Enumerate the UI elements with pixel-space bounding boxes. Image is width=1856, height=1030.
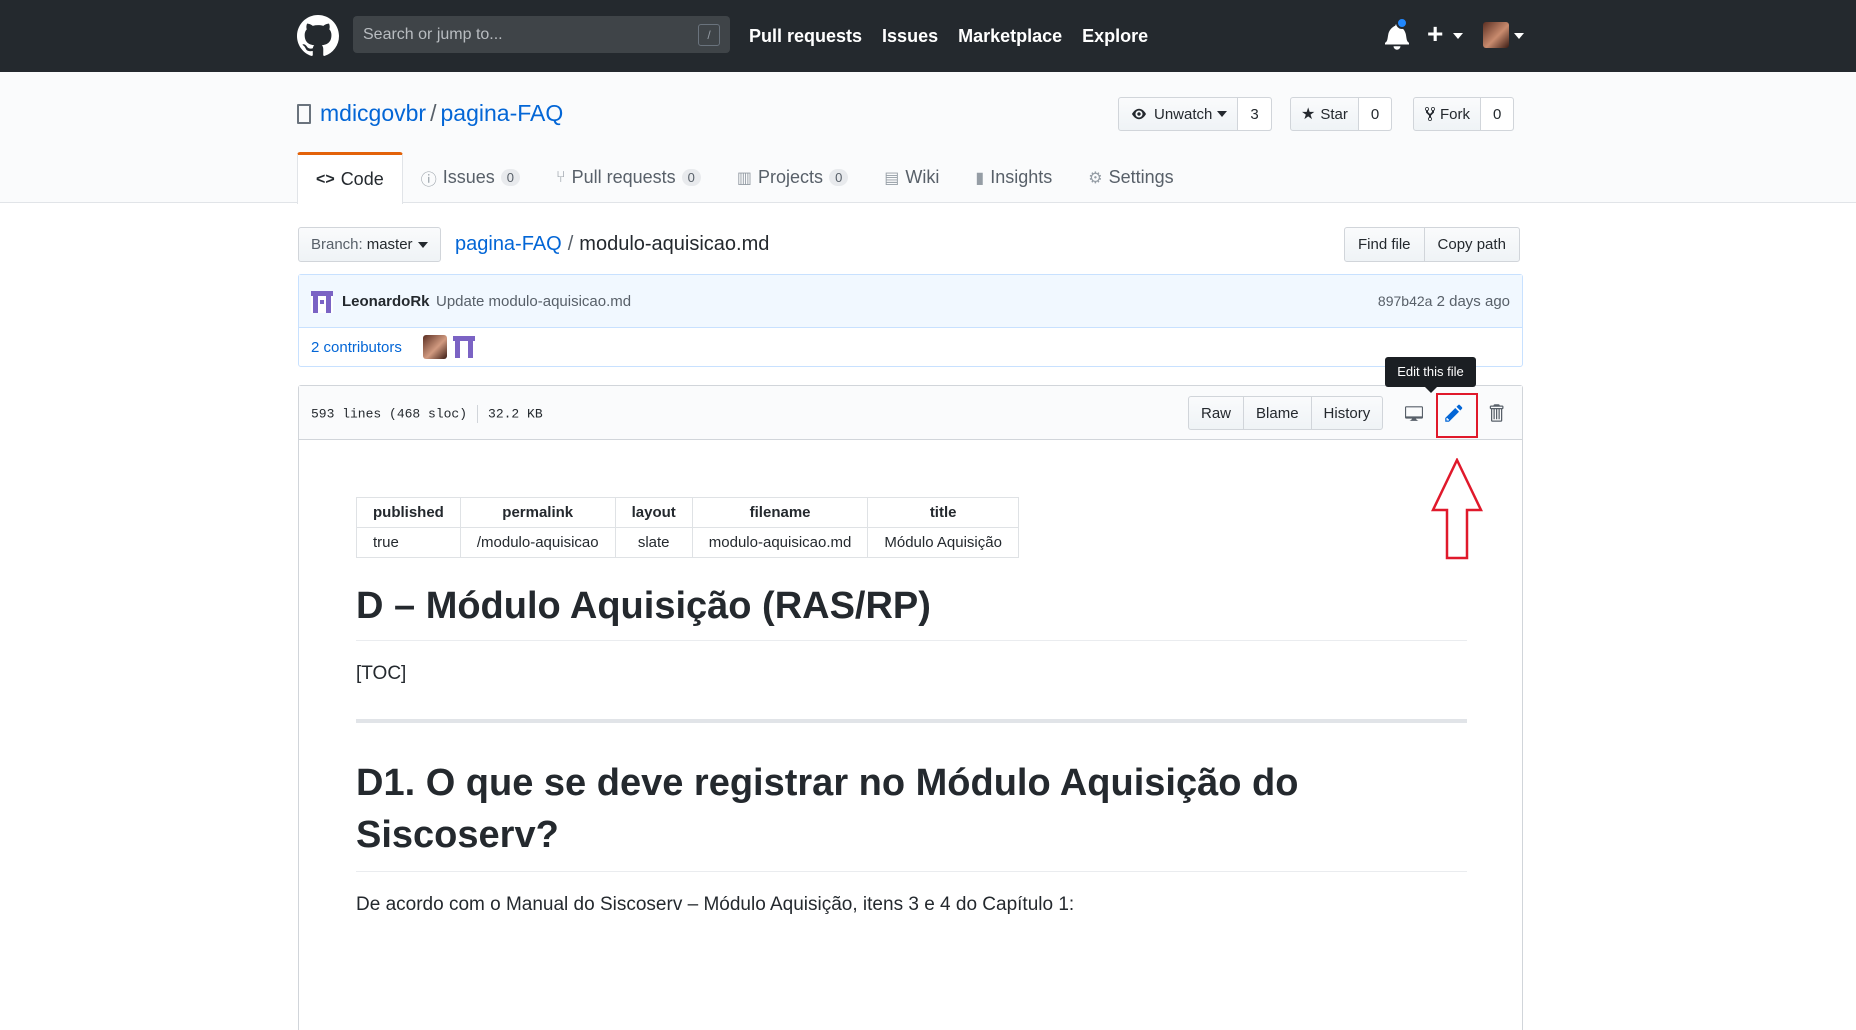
unread-indicator	[1396, 17, 1408, 29]
file-info: 593 lines (468 sloc) 32.2 KB	[311, 405, 543, 423]
desktop-icon[interactable]	[1399, 398, 1429, 428]
fork-count[interactable]: 0	[1481, 98, 1514, 130]
top-nav: Pull requests Issues Marketplace Explore	[749, 0, 1168, 72]
gear-icon: ⚙	[1088, 169, 1103, 187]
fork-icon	[1425, 106, 1435, 122]
breadcrumb: pagina-FAQ / modulo-aquisicao.md	[455, 233, 770, 255]
nav-marketplace[interactable]: Marketplace	[958, 26, 1062, 47]
star-button[interactable]: ★ Star 0	[1290, 97, 1393, 131]
branch-select-button[interactable]: Branch: master	[298, 227, 441, 262]
eye-icon	[1132, 108, 1146, 120]
issues-counter: 0	[500, 169, 520, 186]
heading-question: D1. O que se deve registrar no Módulo Aq…	[356, 757, 1467, 872]
search-input[interactable]	[363, 16, 683, 53]
tab-settings[interactable]: ⚙ Settings	[1070, 152, 1191, 203]
chevron-down-icon	[417, 241, 428, 248]
tab-projects[interactable]: ▥ Projects 0	[719, 152, 866, 203]
projects-counter: 0	[829, 169, 849, 186]
nav-explore[interactable]: Explore	[1082, 26, 1148, 47]
repo-tabs: <> Code ⓘ Issues 0 ⑂ Pull requests 0 ▥ P…	[297, 152, 1192, 204]
file-size: 32.2 KB	[488, 406, 543, 422]
fork-button[interactable]: Fork 0	[1413, 97, 1515, 131]
repo-name-link[interactable]: pagina-FAQ	[441, 100, 564, 126]
trash-icon[interactable]	[1481, 398, 1511, 428]
copy-path-button[interactable]: Copy path	[1425, 228, 1519, 261]
pr-icon: ⑂	[556, 168, 566, 186]
repo-title: mdicgovbr / pagina-FAQ	[320, 100, 563, 127]
repo-owner-link[interactable]: mdicgovbr	[320, 100, 426, 126]
chevron-down-icon	[1217, 111, 1228, 117]
repo-separator: /	[430, 100, 437, 126]
commit-message[interactable]: Update modulo-aquisicao.md	[436, 293, 631, 310]
nav-pull-requests[interactable]: Pull requests	[749, 26, 862, 47]
user-avatar[interactable]	[1483, 22, 1509, 48]
slash-shortcut-key: /	[698, 24, 720, 46]
file-lines: 593 lines (468 sloc)	[311, 406, 468, 422]
file-actions: Raw Blame History	[1188, 396, 1384, 430]
tab-pull-requests[interactable]: ⑂ Pull requests 0	[538, 152, 719, 203]
breadcrumb-repo-link[interactable]: pagina-FAQ	[455, 233, 562, 255]
contributors-link[interactable]: 2 contributors	[311, 339, 402, 356]
raw-button[interactable]: Raw	[1189, 397, 1245, 429]
unwatch-label[interactable]: Unwatch	[1119, 98, 1239, 130]
blame-button[interactable]: Blame	[1244, 397, 1312, 429]
project-icon: ▥	[736, 169, 753, 187]
markdown-body: published permalink layout filename titl…	[356, 497, 1467, 916]
tab-wiki[interactable]: ▤ Wiki	[866, 152, 957, 203]
tab-insights[interactable]: ▮ Insights	[957, 152, 1070, 203]
watch-count[interactable]: 3	[1238, 98, 1271, 130]
tab-issues[interactable]: ⓘ Issues 0	[403, 152, 538, 203]
paragraph: De acordo com o Manual do Siscoserv – Mó…	[356, 894, 1075, 915]
history-button[interactable]: History	[1312, 397, 1383, 429]
code-icon: <>	[316, 170, 335, 188]
divider	[356, 719, 1467, 723]
breadcrumb-file: modulo-aquisicao.md	[579, 233, 770, 255]
create-new-icon[interactable]: +	[1427, 20, 1443, 48]
commit-sha[interactable]: 897b42a	[1378, 293, 1433, 309]
pr-counter: 0	[681, 169, 701, 186]
chevron-down-icon[interactable]	[1453, 33, 1463, 39]
search-box[interactable]: /	[353, 16, 730, 53]
branch-name: master	[366, 236, 413, 253]
file-nav-buttons: Find file Copy path	[1344, 227, 1520, 262]
issue-icon: ⓘ	[420, 171, 437, 189]
heading-module: D – Módulo Aquisição (RAS/RP)	[356, 582, 1467, 641]
commit-meta: 897b42a 2 days ago	[1378, 293, 1510, 310]
chevron-down-icon[interactable]	[1514, 33, 1524, 39]
graph-icon: ▮	[975, 169, 985, 187]
contributor-avatar[interactable]	[453, 336, 475, 358]
star-count[interactable]: 0	[1358, 98, 1392, 130]
nav-issues[interactable]: Issues	[882, 26, 938, 47]
author-avatar[interactable]	[311, 291, 333, 313]
annotation-highlight-box	[1436, 393, 1478, 438]
toc-text: [TOC]	[356, 663, 407, 684]
table-row: true /modulo-aquisicao slate modulo-aqui…	[356, 527, 1019, 558]
edit-file-tooltip: Edit this file	[1385, 357, 1476, 393]
commit-author[interactable]: LeonardoRk	[342, 293, 430, 310]
file-header: 593 lines (468 sloc) 32.2 KB Raw Blame Hi…	[299, 386, 1522, 440]
book-icon: ▤	[884, 169, 900, 187]
github-logo-icon[interactable]	[297, 15, 339, 57]
top-header: / Pull requests Issues Marketplace Explo…	[0, 0, 1856, 72]
commit-time: 2 days ago	[1436, 293, 1510, 310]
repo-icon	[297, 104, 311, 124]
commit-tease: LeonardoRk Update modulo-aquisicao.md 89…	[298, 274, 1523, 367]
unwatch-button[interactable]: Unwatch 3	[1118, 97, 1272, 131]
contributor-avatar[interactable]	[423, 335, 447, 359]
tab-code[interactable]: <> Code	[297, 152, 403, 204]
front-matter-table: published permalink layout filename titl…	[356, 497, 1019, 558]
star-icon: ★	[1301, 106, 1316, 123]
table-header-row: published permalink layout filename titl…	[356, 497, 1019, 528]
find-file-button[interactable]: Find file	[1345, 228, 1425, 261]
